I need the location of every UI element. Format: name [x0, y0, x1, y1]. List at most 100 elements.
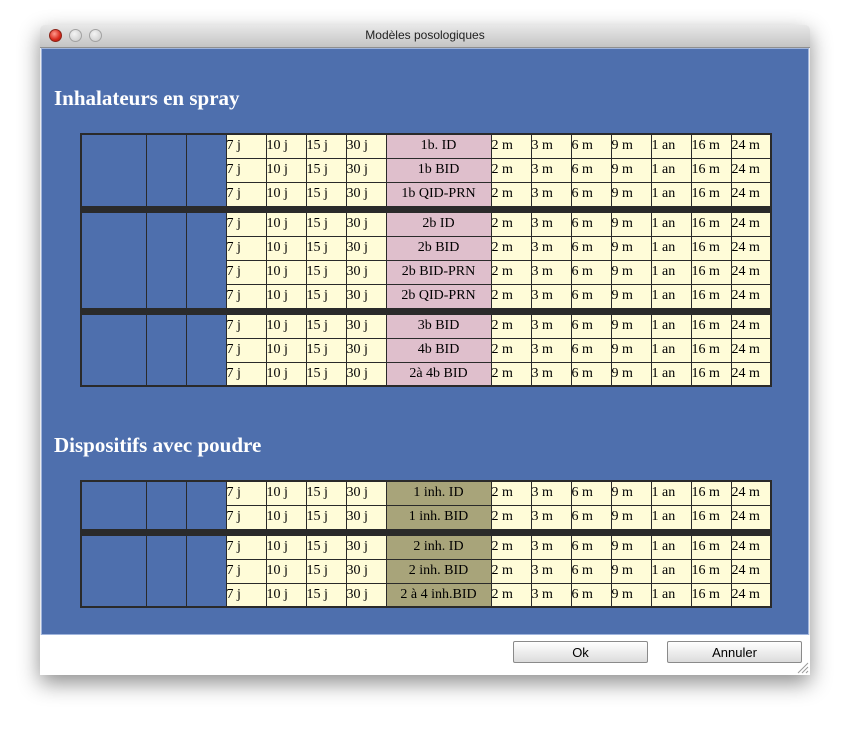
- duration-cell[interactable]: 6 m: [570, 181, 612, 207]
- duration-cell[interactable]: 30 j: [345, 157, 387, 183]
- duration-cell[interactable]: 7 j: [225, 534, 267, 560]
- duration-cell[interactable]: 2 m: [490, 361, 532, 387]
- duration-cell[interactable]: 9 m: [610, 534, 652, 560]
- duration-cell[interactable]: 15 j: [305, 480, 347, 506]
- duration-cell[interactable]: 6 m: [570, 157, 612, 183]
- duration-cell[interactable]: 2 m: [490, 259, 532, 285]
- duration-cell[interactable]: 2 m: [490, 211, 532, 237]
- duration-cell[interactable]: 16 m: [690, 259, 732, 285]
- dosage-template-cell[interactable]: 3b BID: [385, 313, 492, 339]
- duration-cell[interactable]: 3 m: [530, 133, 572, 159]
- duration-cell[interactable]: 30 j: [345, 283, 387, 309]
- duration-cell[interactable]: 30 j: [345, 558, 387, 584]
- duration-cell[interactable]: 10 j: [265, 313, 307, 339]
- duration-cell[interactable]: 1 an: [650, 313, 692, 339]
- dosage-template-cell[interactable]: 2 inh. BID: [385, 558, 492, 584]
- duration-cell[interactable]: 1 an: [650, 211, 692, 237]
- duration-cell[interactable]: 15 j: [305, 504, 347, 530]
- duration-cell[interactable]: 1 an: [650, 283, 692, 309]
- duration-cell[interactable]: 10 j: [265, 337, 307, 363]
- duration-cell[interactable]: 9 m: [610, 211, 652, 237]
- duration-cell[interactable]: 6 m: [570, 582, 612, 608]
- duration-cell[interactable]: 6 m: [570, 133, 612, 159]
- duration-cell[interactable]: 30 j: [345, 313, 387, 339]
- duration-cell[interactable]: 24 m: [730, 582, 772, 608]
- duration-cell[interactable]: 2 m: [490, 235, 532, 261]
- duration-cell[interactable]: 1 an: [650, 133, 692, 159]
- duration-cell[interactable]: 16 m: [690, 133, 732, 159]
- resize-grip-icon[interactable]: [795, 660, 809, 674]
- duration-cell[interactable]: 6 m: [570, 259, 612, 285]
- duration-cell[interactable]: 15 j: [305, 157, 347, 183]
- duration-cell[interactable]: 2 m: [490, 582, 532, 608]
- duration-cell[interactable]: 16 m: [690, 558, 732, 584]
- duration-cell[interactable]: 2 m: [490, 337, 532, 363]
- duration-cell[interactable]: 30 j: [345, 534, 387, 560]
- duration-cell[interactable]: 16 m: [690, 337, 732, 363]
- duration-cell[interactable]: 9 m: [610, 582, 652, 608]
- duration-cell[interactable]: 10 j: [265, 361, 307, 387]
- duration-cell[interactable]: 3 m: [530, 361, 572, 387]
- duration-cell[interactable]: 6 m: [570, 558, 612, 584]
- duration-cell[interactable]: 7 j: [225, 133, 267, 159]
- duration-cell[interactable]: 7 j: [225, 157, 267, 183]
- duration-cell[interactable]: 7 j: [225, 181, 267, 207]
- duration-cell[interactable]: 24 m: [730, 133, 772, 159]
- duration-cell[interactable]: 10 j: [265, 157, 307, 183]
- duration-cell[interactable]: 16 m: [690, 235, 732, 261]
- duration-cell[interactable]: 7 j: [225, 283, 267, 309]
- duration-cell[interactable]: 15 j: [305, 259, 347, 285]
- duration-cell[interactable]: 7 j: [225, 504, 267, 530]
- duration-cell[interactable]: 6 m: [570, 235, 612, 261]
- duration-cell[interactable]: 16 m: [690, 480, 732, 506]
- duration-cell[interactable]: 30 j: [345, 582, 387, 608]
- duration-cell[interactable]: 24 m: [730, 361, 772, 387]
- duration-cell[interactable]: 3 m: [530, 558, 572, 584]
- duration-cell[interactable]: 1 an: [650, 157, 692, 183]
- duration-cell[interactable]: 24 m: [730, 534, 772, 560]
- duration-cell[interactable]: 15 j: [305, 133, 347, 159]
- duration-cell[interactable]: 3 m: [530, 259, 572, 285]
- duration-cell[interactable]: 30 j: [345, 504, 387, 530]
- duration-cell[interactable]: 24 m: [730, 558, 772, 584]
- duration-cell[interactable]: 2 m: [490, 181, 532, 207]
- duration-cell[interactable]: 3 m: [530, 157, 572, 183]
- duration-cell[interactable]: 15 j: [305, 313, 347, 339]
- duration-cell[interactable]: 15 j: [305, 235, 347, 261]
- duration-cell[interactable]: 10 j: [265, 504, 307, 530]
- duration-cell[interactable]: 15 j: [305, 211, 347, 237]
- duration-cell[interactable]: 10 j: [265, 480, 307, 506]
- duration-cell[interactable]: 7 j: [225, 480, 267, 506]
- duration-cell[interactable]: 3 m: [530, 313, 572, 339]
- duration-cell[interactable]: 24 m: [730, 259, 772, 285]
- duration-cell[interactable]: 10 j: [265, 259, 307, 285]
- duration-cell[interactable]: 30 j: [345, 480, 387, 506]
- dosage-template-cell[interactable]: 1b. ID: [385, 133, 492, 159]
- duration-cell[interactable]: 16 m: [690, 361, 732, 387]
- duration-cell[interactable]: 30 j: [345, 211, 387, 237]
- dosage-template-cell[interactable]: 2 inh. ID: [385, 534, 492, 560]
- duration-cell[interactable]: 7 j: [225, 211, 267, 237]
- duration-cell[interactable]: 16 m: [690, 283, 732, 309]
- duration-cell[interactable]: 1 an: [650, 558, 692, 584]
- duration-cell[interactable]: 3 m: [530, 283, 572, 309]
- duration-cell[interactable]: 24 m: [730, 313, 772, 339]
- duration-cell[interactable]: 10 j: [265, 211, 307, 237]
- duration-cell[interactable]: 24 m: [730, 157, 772, 183]
- duration-cell[interactable]: 16 m: [690, 582, 732, 608]
- duration-cell[interactable]: 6 m: [570, 313, 612, 339]
- duration-cell[interactable]: 15 j: [305, 337, 347, 363]
- duration-cell[interactable]: 30 j: [345, 181, 387, 207]
- duration-cell[interactable]: 10 j: [265, 558, 307, 584]
- duration-cell[interactable]: 1 an: [650, 235, 692, 261]
- duration-cell[interactable]: 1 an: [650, 181, 692, 207]
- duration-cell[interactable]: 30 j: [345, 337, 387, 363]
- duration-cell[interactable]: 1 an: [650, 361, 692, 387]
- duration-cell[interactable]: 15 j: [305, 582, 347, 608]
- duration-cell[interactable]: 6 m: [570, 283, 612, 309]
- duration-cell[interactable]: 1 an: [650, 504, 692, 530]
- duration-cell[interactable]: 24 m: [730, 181, 772, 207]
- duration-cell[interactable]: 9 m: [610, 504, 652, 530]
- duration-cell[interactable]: 3 m: [530, 504, 572, 530]
- duration-cell[interactable]: 9 m: [610, 337, 652, 363]
